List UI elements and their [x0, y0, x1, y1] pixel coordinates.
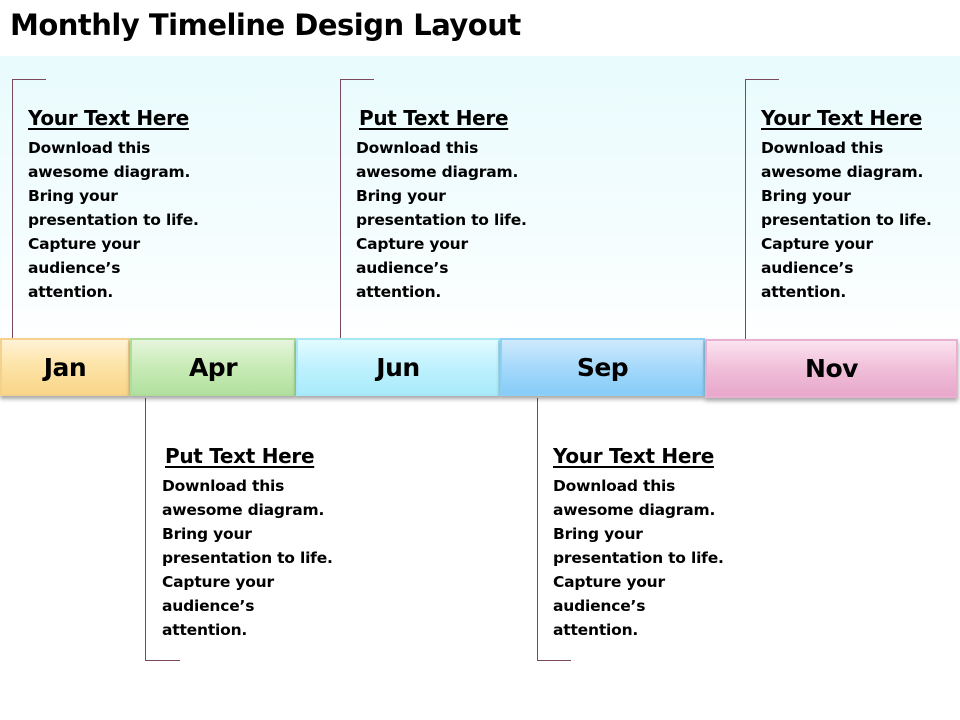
- callout-line: Capture your: [356, 235, 468, 253]
- callout-line: audience’s: [553, 597, 646, 615]
- month-label: Nov: [805, 354, 858, 383]
- callout-line: Bring your: [553, 525, 643, 543]
- callout-heading: Put Text Here: [165, 444, 315, 468]
- callout-line: presentation to life.: [761, 211, 932, 229]
- callout-line: Capture your: [162, 573, 274, 591]
- month-label: Sep: [576, 352, 629, 382]
- callout-body: Download this awesome diagram. Bring you…: [162, 474, 362, 642]
- callout-jan: Your Text Here Download this awesome dia…: [28, 106, 228, 304]
- timeline-segment-sep: Sep: [500, 338, 705, 396]
- callout-line: Capture your: [761, 235, 873, 253]
- callout-body: Download this awesome diagram. Bring you…: [28, 136, 228, 304]
- timeline-segment-nov: Nov: [705, 339, 958, 398]
- callout-line: awesome diagram.: [356, 163, 519, 181]
- month-label: Jun: [376, 352, 420, 382]
- timeline-segment-jun: Jun: [296, 338, 500, 396]
- callout-line: Download this: [356, 139, 479, 157]
- timeline-segment-jan: Jan: [0, 338, 130, 396]
- callout-line: presentation to life.: [553, 549, 724, 567]
- callout-line: attention.: [761, 283, 847, 301]
- callout-line: Download this: [162, 477, 285, 495]
- month-label: Jan: [43, 352, 87, 382]
- callout-sep: Your Text Here Download this awesome dia…: [553, 444, 753, 642]
- callout-line: audience’s: [28, 259, 121, 277]
- callout-body: Download this awesome diagram. Bring you…: [356, 136, 556, 304]
- callout-line: Capture your: [28, 235, 140, 253]
- callout-line: attention.: [553, 621, 639, 639]
- callout-line: presentation to life.: [162, 549, 333, 567]
- page-title: Monthly Timeline Design Layout: [10, 8, 521, 42]
- callout-line: audience’s: [761, 259, 854, 277]
- callout-line: awesome diagram.: [28, 163, 191, 181]
- callout-heading: Your Text Here: [28, 106, 189, 130]
- callout-line: attention.: [28, 283, 114, 301]
- callout-heading: Your Text Here: [553, 444, 714, 468]
- callout-jun: Put Text Here Download this awesome diag…: [356, 106, 556, 304]
- callout-line: awesome diagram.: [553, 501, 716, 519]
- callout-line: Bring your: [28, 187, 118, 205]
- callout-line: attention.: [356, 283, 442, 301]
- callout-line: audience’s: [162, 597, 255, 615]
- callout-body: Download this awesome diagram. Bring you…: [553, 474, 753, 642]
- callout-nov: Your Text Here Download this awesome dia…: [761, 106, 960, 304]
- callout-line: Capture your: [553, 573, 665, 591]
- callout-line: presentation to life.: [28, 211, 199, 229]
- callout-body: Download this awesome diagram. Bring you…: [761, 136, 960, 304]
- callout-line: Download this: [761, 139, 884, 157]
- callout-line: awesome diagram.: [162, 501, 325, 519]
- callout-line: Download this: [553, 477, 676, 495]
- callout-line: presentation to life.: [356, 211, 527, 229]
- timeline-segment-apr: Apr: [130, 338, 296, 396]
- callout-apr: Put Text Here Download this awesome diag…: [162, 444, 362, 642]
- callout-line: Bring your: [356, 187, 446, 205]
- month-label: Apr: [188, 352, 238, 382]
- callout-line: awesome diagram.: [761, 163, 924, 181]
- callout-heading: Put Text Here: [359, 106, 509, 130]
- callout-line: Download this: [28, 139, 151, 157]
- callout-line: audience’s: [356, 259, 449, 277]
- callout-line: Bring your: [162, 525, 252, 543]
- callout-line: attention.: [162, 621, 248, 639]
- callout-line: Bring your: [761, 187, 851, 205]
- callout-heading: Your Text Here: [761, 106, 922, 130]
